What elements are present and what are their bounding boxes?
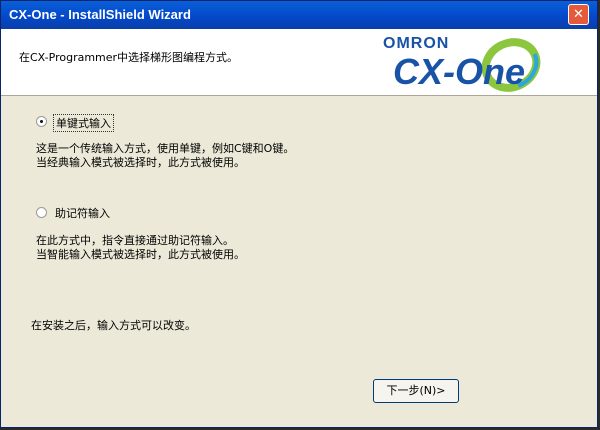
- radio-label-single-key[interactable]: 单键式输入: [53, 114, 114, 132]
- mnemonic-description-line2: 当智能输入模式被选择时，此方式被使用。: [36, 248, 245, 261]
- title-bar[interactable]: CX-One - InstallShield Wizard ✕: [1, 1, 597, 29]
- header-instruction: 在CX-Programmer中选择梯形图编程方式。: [19, 51, 239, 64]
- next-button[interactable]: 下一步(N)>: [373, 379, 459, 403]
- input-method-note: 在安装之后，输入方式可以改变。: [31, 319, 196, 332]
- radio-single-key[interactable]: [36, 116, 47, 127]
- single-key-description-line1: 这是一个传统输入方式，使用单键，例如C键和O键。: [36, 142, 295, 155]
- cx-one-logo: OMRON CX-One: [371, 29, 561, 95]
- cx-one-logo-text: CX-One: [393, 51, 526, 92]
- window-title: CX-One - InstallShield Wizard: [9, 7, 191, 22]
- mnemonic-description-line1: 在此方式中，指令直接通过助记符输入。: [36, 234, 234, 247]
- radio-label-mnemonic[interactable]: 助记符输入: [55, 205, 110, 221]
- wizard-body: 单键式输入 这是一个传统输入方式，使用单键，例如C键和O键。 当经典输入模式被选…: [1, 96, 597, 429]
- close-button[interactable]: ✕: [568, 4, 589, 25]
- close-icon: ✕: [573, 7, 584, 22]
- wizard-header: 在CX-Programmer中选择梯形图编程方式。 OMRON CX-One: [1, 29, 597, 96]
- radio-mnemonic[interactable]: [36, 207, 47, 218]
- installer-window: CX-One - InstallShield Wizard ✕ 在CX-Prog…: [0, 0, 598, 428]
- single-key-description-line2: 当经典输入模式被选择时，此方式被使用。: [36, 156, 245, 169]
